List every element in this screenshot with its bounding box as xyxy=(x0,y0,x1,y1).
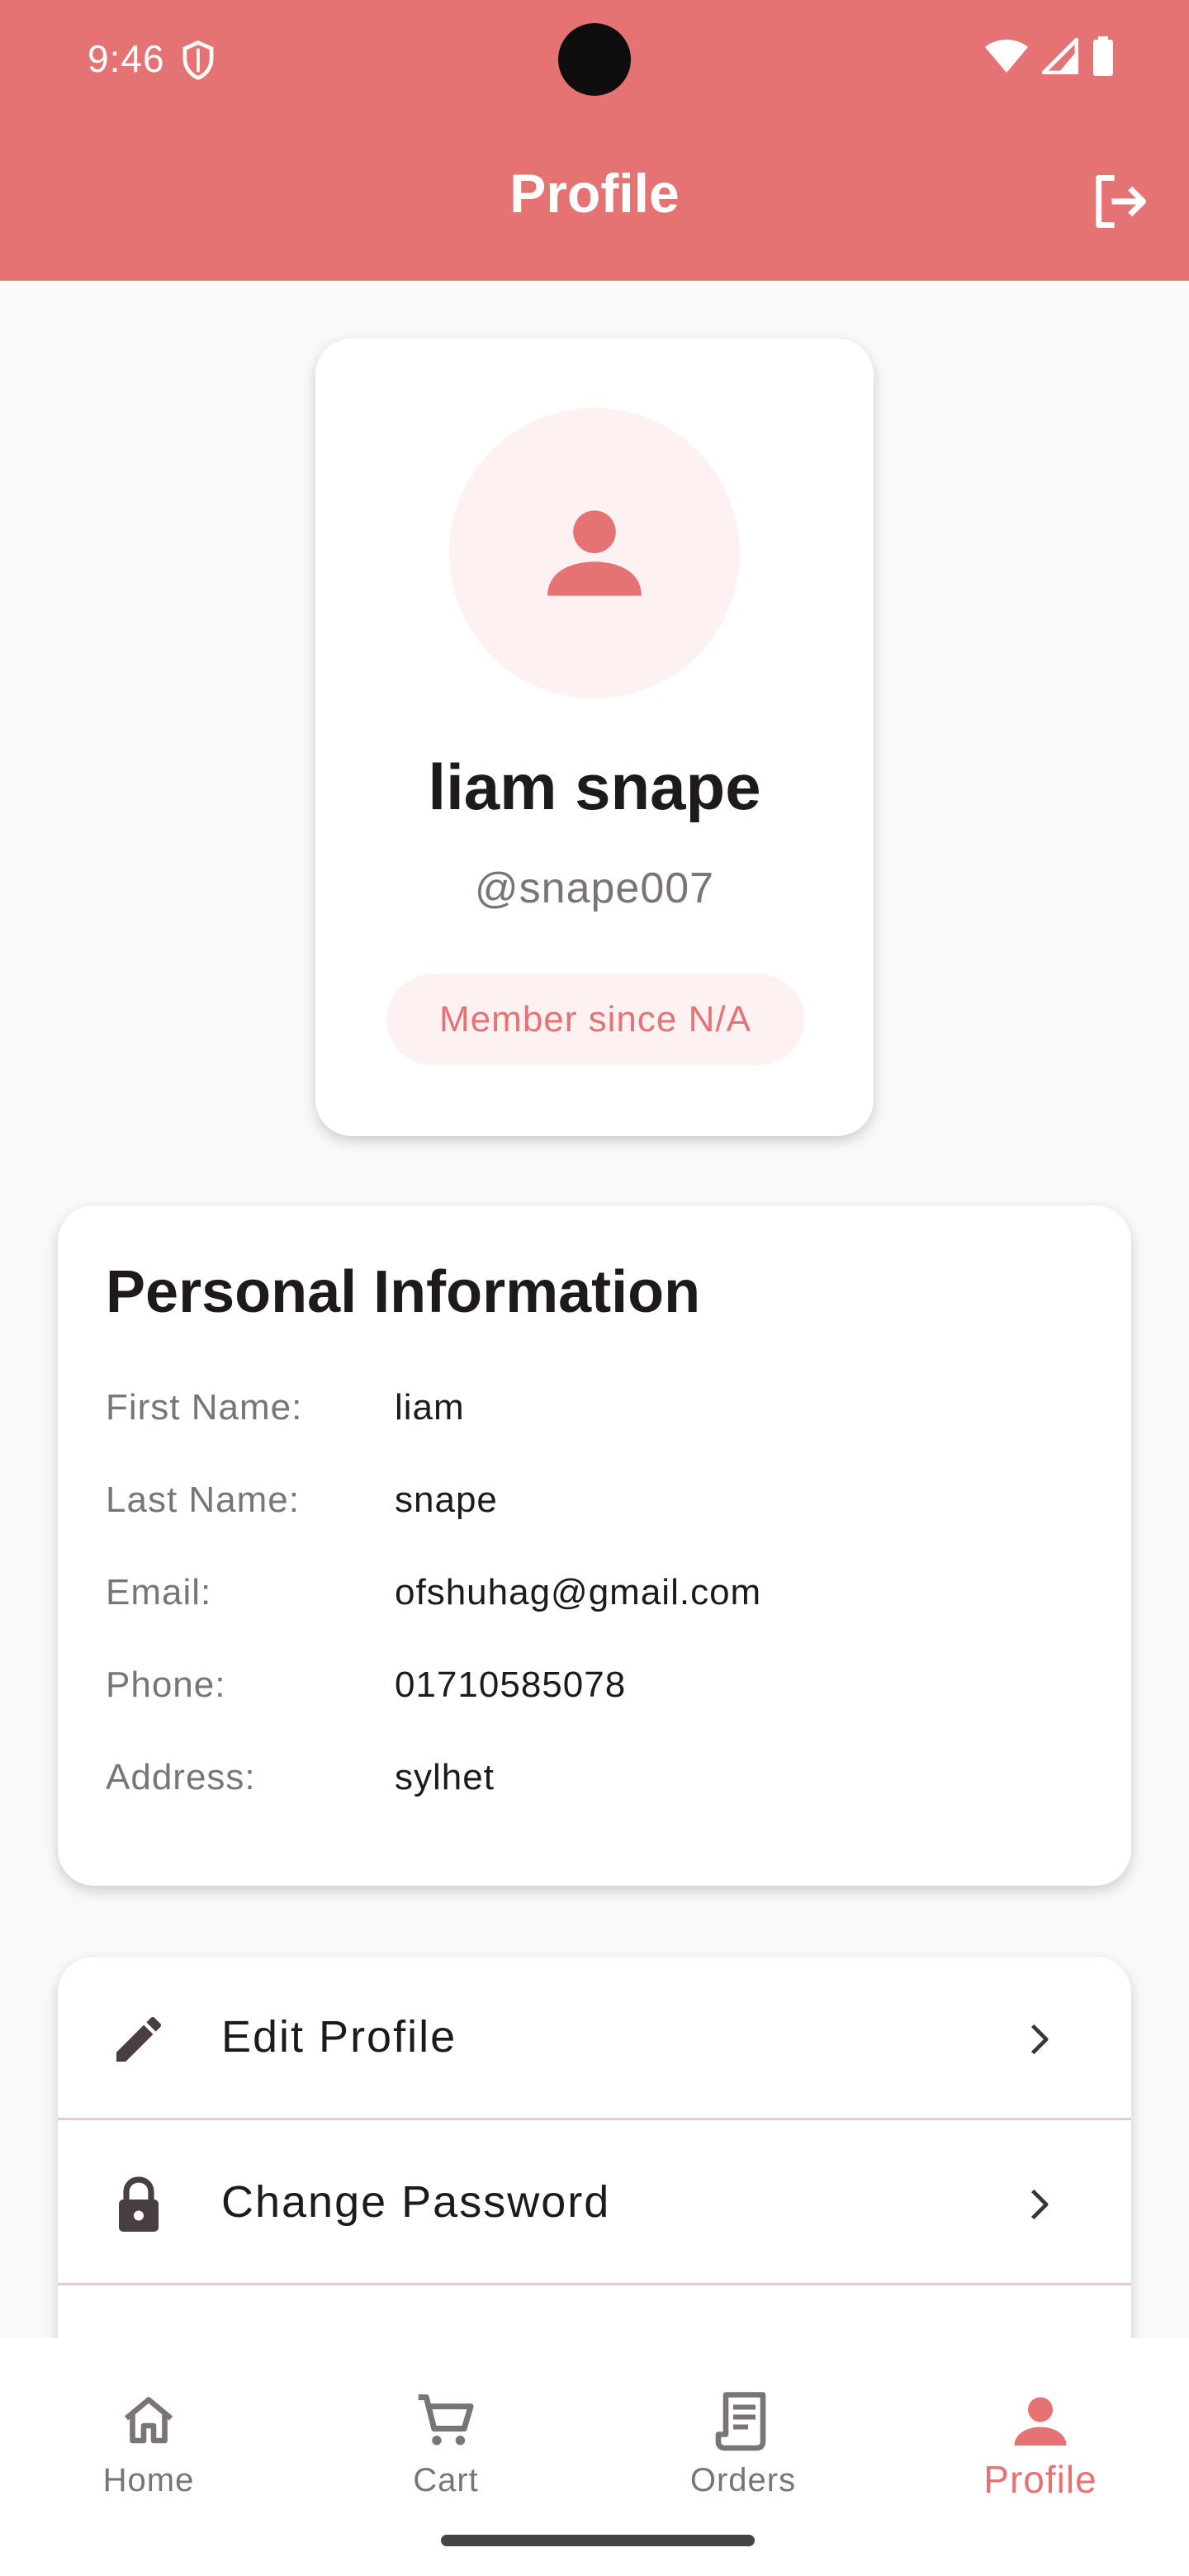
info-row-email: Email: ofshuhag@gmail.com xyxy=(106,1572,1097,1622)
info-value: sylhet xyxy=(395,1757,495,1797)
home-indicator[interactable] xyxy=(441,2535,755,2546)
info-label: Email: xyxy=(106,1572,212,1612)
info-row-last-name: Last Name: snape xyxy=(106,1480,1097,1529)
member-since-badge: Member since N/A xyxy=(386,974,804,1065)
wifi-icon xyxy=(985,40,1028,73)
profile-card: liam snape @snape007 Member since N/A xyxy=(315,339,874,1136)
nav-item-orders[interactable]: Orders xyxy=(594,2355,892,2528)
action-label: Edit Profile xyxy=(221,2012,457,2062)
edit-profile-button[interactable]: Edit Profile xyxy=(58,1957,1131,2120)
person-icon xyxy=(547,510,642,596)
info-label: First Name: xyxy=(106,1387,303,1428)
info-label: Last Name: xyxy=(106,1480,300,1520)
info-value: snape xyxy=(395,1480,498,1520)
nav-label: Orders xyxy=(689,2462,797,2498)
info-row-address: Address: sylhet xyxy=(106,1757,1097,1807)
person-icon xyxy=(1007,2388,1073,2454)
receipt-icon xyxy=(710,2388,776,2454)
nav-label: Home xyxy=(102,2462,195,2498)
personal-info-card: Personal Information First Name: liam La… xyxy=(58,1205,1131,1886)
profile-name: liam snape xyxy=(428,751,761,823)
change-password-button[interactable]: Change Password xyxy=(58,2122,1131,2285)
info-value: ofshuhag@gmail.com xyxy=(395,1572,762,1612)
section-title: Personal Information xyxy=(106,1259,701,1325)
home-icon xyxy=(116,2388,182,2454)
battery-icon xyxy=(1093,36,1113,76)
avatar[interactable] xyxy=(449,408,740,698)
pencil-icon xyxy=(107,2008,170,2071)
status-time: 9:46 xyxy=(88,37,165,80)
status-icons xyxy=(984,36,1115,76)
profile-screen: 9:46 Profile liam snape @snape007 Member… xyxy=(0,0,1189,2576)
camera-cutout xyxy=(558,23,631,96)
app-bar: 9:46 Profile xyxy=(0,0,1189,281)
nav-label: Profile xyxy=(983,2458,1097,2501)
lock-icon xyxy=(107,2173,170,2236)
cellular-signal-icon xyxy=(1042,38,1078,74)
cart-icon xyxy=(413,2388,479,2454)
chevron-right-icon xyxy=(1014,2180,1063,2229)
nav-label: Cart xyxy=(413,2462,479,2498)
info-row-phone: Phone: 01710585078 xyxy=(106,1664,1097,1714)
info-row-first-name: First Name: liam xyxy=(106,1387,1097,1437)
info-value: liam xyxy=(395,1387,465,1428)
nav-item-home[interactable]: Home xyxy=(0,2355,297,2528)
chevron-right-icon xyxy=(1014,2015,1063,2064)
page-title: Profile xyxy=(509,163,680,224)
info-label: Address: xyxy=(106,1757,256,1797)
nav-item-cart[interactable]: Cart xyxy=(297,2355,594,2528)
shield-icon xyxy=(182,40,214,80)
info-label: Phone: xyxy=(106,1664,226,1705)
nav-item-profile[interactable]: Profile xyxy=(892,2355,1189,2528)
logout-icon xyxy=(1096,175,1146,228)
logout-button[interactable] xyxy=(1085,167,1154,236)
profile-username: @snape007 xyxy=(474,864,715,912)
action-label: Change Password xyxy=(221,2177,611,2227)
info-value: 01710585078 xyxy=(395,1664,627,1705)
